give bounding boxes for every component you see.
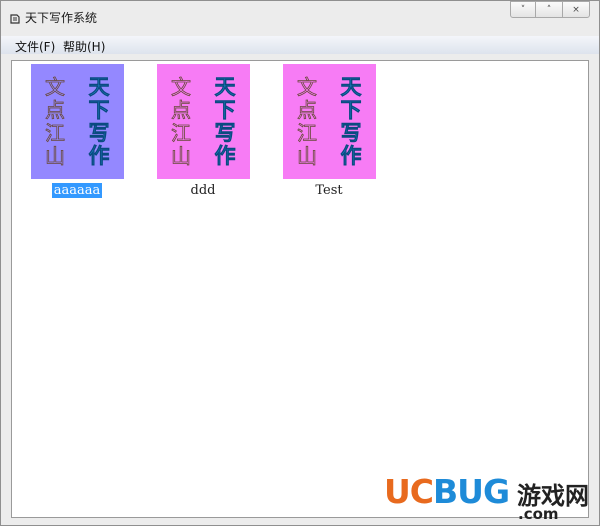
svg-text:写: 写 xyxy=(89,121,110,145)
svg-text:山: 山 xyxy=(171,144,191,168)
cover-image: 文点江山 天下写作 xyxy=(283,64,376,179)
document-name-label[interactable]: ddd xyxy=(148,183,258,198)
cover-image: 文点江山 天下写作 xyxy=(157,64,250,179)
maximize-button[interactable]: ˄ xyxy=(535,1,563,18)
svg-text:写: 写 xyxy=(341,121,362,145)
document-cover-thumbnail[interactable]: 文点江山 天下写作 xyxy=(157,64,250,179)
watermark-logo: UCBUG 游戏网 .com xyxy=(384,472,594,523)
svg-text:作: 作 xyxy=(89,144,110,168)
close-button[interactable]: × xyxy=(562,1,590,18)
document-item[interactable]: 文点江山 天下写作 Test xyxy=(274,64,384,199)
app-icon xyxy=(9,10,21,24)
cover-image: 文点江山 天下写作 xyxy=(31,64,124,179)
svg-text:江: 江 xyxy=(45,121,65,145)
menu-file[interactable]: 文件(F) xyxy=(15,38,55,55)
document-item[interactable]: 文点江山 天下写作 aaaaaa xyxy=(22,64,132,199)
maximize-icon: ˄ xyxy=(546,4,552,15)
svg-text:文: 文 xyxy=(297,75,317,99)
svg-text:天: 天 xyxy=(89,75,111,99)
watermark-domain: .com xyxy=(518,505,559,523)
menu-bar: 文件(F) 帮助(H) xyxy=(1,36,599,54)
minimize-button[interactable]: ˅ xyxy=(510,1,536,18)
app-window: 天下写作系统 ˅ ˄ × 文件(F) 帮助(H) 文点江山天下写作 aaaaaa… xyxy=(0,0,600,526)
svg-text:作: 作 xyxy=(215,144,236,168)
svg-text:写: 写 xyxy=(215,121,236,145)
window-title: 天下写作系统 xyxy=(25,11,98,25)
close-icon: × xyxy=(572,4,580,15)
svg-text:天: 天 xyxy=(341,75,363,99)
watermark-brand: UCBUG xyxy=(384,472,510,511)
document-name-label[interactable]: aaaaaa xyxy=(22,183,132,198)
svg-text:点: 点 xyxy=(171,98,191,122)
svg-text:山: 山 xyxy=(45,144,65,168)
document-name-label[interactable]: Test xyxy=(274,183,384,198)
svg-text:天: 天 xyxy=(215,75,237,99)
svg-text:下: 下 xyxy=(215,98,236,122)
svg-text:下: 下 xyxy=(89,98,110,122)
svg-text:江: 江 xyxy=(171,121,191,145)
minimize-icon: ˅ xyxy=(520,4,526,15)
document-item[interactable]: 文点江山 天下写作 ddd xyxy=(148,64,258,199)
document-cover-thumbnail[interactable]: 文点江山 天下写作 xyxy=(283,64,376,179)
menu-help[interactable]: 帮助(H) xyxy=(63,38,105,55)
document-cover-thumbnail[interactable]: 文点江山 天下写作 xyxy=(31,64,124,179)
document-list: 文点江山天下写作 aaaaaa 文点江山天下写作 ddd 文点江山天下写作 Te… xyxy=(11,60,589,518)
svg-text:点: 点 xyxy=(297,98,317,122)
svg-text:点: 点 xyxy=(45,98,65,122)
svg-text:作: 作 xyxy=(341,144,362,168)
svg-text:下: 下 xyxy=(341,98,362,122)
svg-text:山: 山 xyxy=(297,144,317,168)
svg-text:文: 文 xyxy=(171,75,191,99)
svg-text:文: 文 xyxy=(45,75,65,99)
title-bar[interactable]: 天下写作系统 ˅ ˄ × xyxy=(1,1,599,35)
svg-text:江: 江 xyxy=(297,121,317,145)
